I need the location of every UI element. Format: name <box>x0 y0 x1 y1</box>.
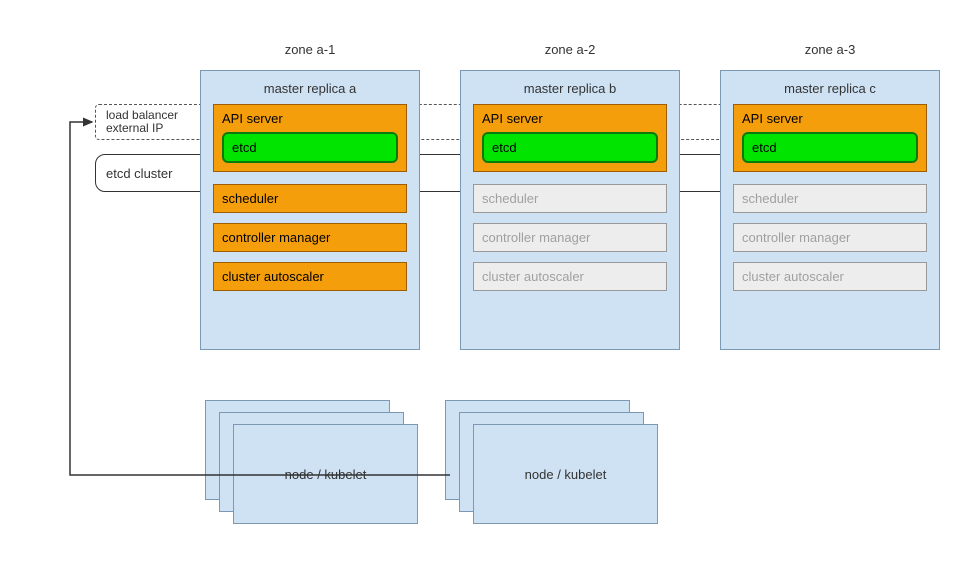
scheduler-box: scheduler <box>213 184 407 213</box>
etcd-box: etcd <box>222 132 398 163</box>
controller-manager-box: controller manager <box>733 223 927 252</box>
cluster-autoscaler-box: cluster autoscaler <box>733 262 927 291</box>
scheduler-box: scheduler <box>733 184 927 213</box>
api-server-label: API server <box>222 111 398 126</box>
node-pool-1: node / kubelet <box>205 400 420 520</box>
diagram-canvas: zone a-1 zone a-2 zone a-3 load balancer… <box>0 0 970 577</box>
scheduler-box: scheduler <box>473 184 667 213</box>
node-card-front: node / kubelet <box>233 424 418 524</box>
etcd-box: etcd <box>482 132 658 163</box>
master-replica-b: master replica b API server etcd schedul… <box>460 70 680 350</box>
replica-title: master replica b <box>473 81 667 96</box>
node-label: node / kubelet <box>285 467 367 482</box>
api-server-box: API server etcd <box>473 104 667 172</box>
cluster-autoscaler-box: cluster autoscaler <box>213 262 407 291</box>
api-server-box: API server etcd <box>733 104 927 172</box>
node-label: node / kubelet <box>525 467 607 482</box>
zone-label-a1: zone a-1 <box>200 42 420 57</box>
node-card-front: node / kubelet <box>473 424 658 524</box>
load-balancer-label: load balancer external IP <box>106 109 178 135</box>
zone-label-a2: zone a-2 <box>460 42 680 57</box>
etcd-box: etcd <box>742 132 918 163</box>
cluster-autoscaler-box: cluster autoscaler <box>473 262 667 291</box>
master-replica-c: master replica c API server etcd schedul… <box>720 70 940 350</box>
replica-title: master replica a <box>213 81 407 96</box>
etcd-label: etcd <box>752 140 777 155</box>
etcd-label: etcd <box>492 140 517 155</box>
master-replica-a: master replica a API server etcd schedul… <box>200 70 420 350</box>
api-server-box: API server etcd <box>213 104 407 172</box>
api-server-label: API server <box>742 111 918 126</box>
zone-label-a3: zone a-3 <box>720 42 940 57</box>
controller-manager-box: controller manager <box>473 223 667 252</box>
etcd-label: etcd <box>232 140 257 155</box>
replica-title: master replica c <box>733 81 927 96</box>
controller-manager-box: controller manager <box>213 223 407 252</box>
etcd-cluster-label: etcd cluster <box>106 166 172 181</box>
node-pool-2: node / kubelet <box>445 400 660 520</box>
api-server-label: API server <box>482 111 658 126</box>
